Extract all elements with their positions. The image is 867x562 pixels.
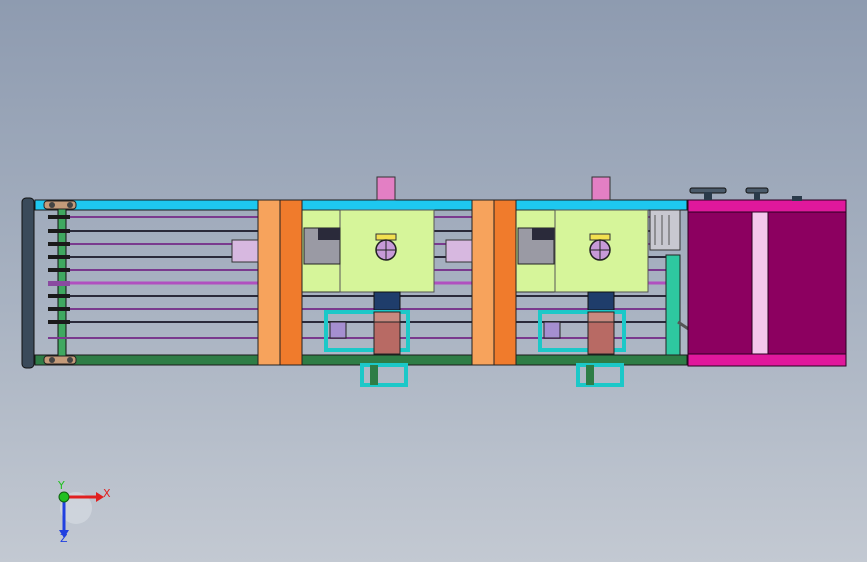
magenta-enclosure <box>687 199 847 367</box>
orange-column-1a <box>257 199 281 366</box>
base-foot-1 <box>360 363 408 387</box>
base-foot-2 <box>576 363 624 387</box>
machine-assembly-drawing: X Y Z <box>21 176 847 545</box>
motor-1 <box>329 321 347 339</box>
left-end-plate <box>21 197 35 369</box>
roller-drum-1 <box>231 239 259 263</box>
orange-column-2b <box>493 199 517 366</box>
drive-wheel-1 <box>375 233 397 261</box>
motor-2 <box>543 321 561 339</box>
y-axis-label: Y <box>57 479 65 492</box>
top-cyan-rail <box>34 199 688 211</box>
orange-column-1b <box>279 199 303 366</box>
left-roller-bottom <box>43 355 77 365</box>
top-handwheels <box>689 187 802 201</box>
pink-tab-1 <box>376 176 396 201</box>
left-roller-top <box>43 200 77 210</box>
orange-column-2a <box>471 199 495 366</box>
drive-wheel-2 <box>589 233 611 261</box>
roller-drum-2 <box>445 239 473 263</box>
rod-end-clamps <box>48 215 70 324</box>
x-axis-label: X <box>103 487 111 500</box>
navy-block-1 <box>373 291 401 311</box>
navy-block-2 <box>587 291 615 311</box>
pink-tab-2 <box>591 176 611 201</box>
cad-viewport[interactable]: X Y Z <box>0 0 867 562</box>
coordinate-triad: X Y Z <box>57 479 111 545</box>
z-axis-label: Z <box>60 532 68 545</box>
